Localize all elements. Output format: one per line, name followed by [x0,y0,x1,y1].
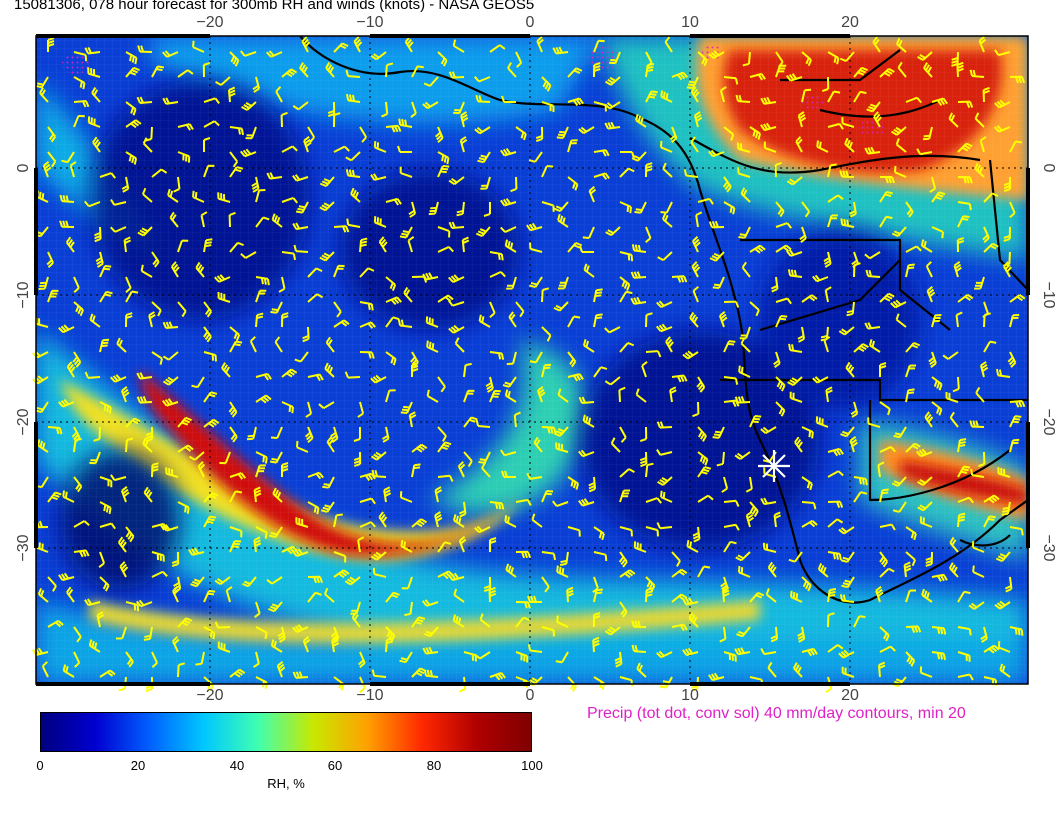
lat-label: −30 [1040,534,1056,561]
lat-label: −10 [15,281,32,308]
lon-label: 0 [526,687,535,700]
colorbar-tick: 100 [521,758,543,773]
lon-label: −20 [196,14,223,31]
lon-label: −10 [356,14,383,31]
lat-label: −30 [15,534,32,561]
colorbar-tick: 80 [426,758,442,773]
lat-label: −10 [1040,281,1056,308]
lon-label: 20 [841,14,859,31]
lat-labels-right: 0 −10 −20 −30 [1040,164,1056,562]
colorbar-tick: 60 [327,758,343,773]
rh-colorbar [40,712,532,752]
lon-label: 10 [681,14,699,31]
colorbar-tick: 40 [229,758,245,773]
lon-label: 20 [841,687,859,700]
lon-labels-bottom: −20 −10 0 10 20 [196,687,859,700]
lat-label: −20 [1040,408,1056,435]
lat-label: 0 [1040,164,1056,173]
precip-legend-note: Precip (tot dot, conv sol) 40 mm/day con… [587,705,966,722]
colorbar-label: RH, % [267,776,305,791]
lon-labels-top: −20 −10 0 10 20 [196,14,859,31]
lat-label: −20 [15,408,32,435]
lat-label: 0 [15,163,32,172]
rh-field [36,36,1028,684]
weather-map: −20 −10 0 10 20 −20 −10 0 10 20 0 −10 −2… [15,14,1056,700]
colorbar-tick: 0 [36,758,44,773]
lon-label: −20 [196,687,223,700]
lon-label: 10 [681,687,699,700]
lon-label: 0 [526,14,535,31]
lat-labels-left: 0 −10 −20 −30 [15,163,32,561]
colorbar-tick: 20 [130,758,146,773]
lon-label: −10 [356,687,383,700]
